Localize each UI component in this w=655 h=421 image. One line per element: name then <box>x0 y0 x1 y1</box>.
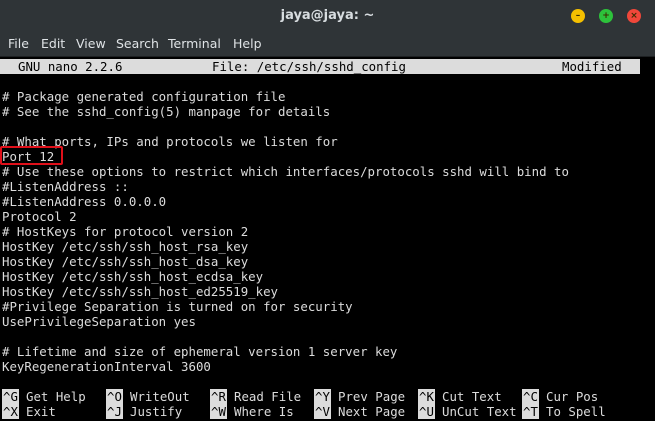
shortcut-label-prev-page: Prev Page <box>338 389 406 404</box>
shortcut-key-cur-pos[interactable]: ^C <box>522 389 539 404</box>
menu-file[interactable]: File <box>8 32 29 56</box>
window-titlebar: jaya@jaya: ~ – + × <box>0 0 655 32</box>
file-line: # Use these options to restrict which in… <box>2 164 569 179</box>
shortcut-label-exit: Exit <box>26 404 56 419</box>
shortcut-label-read-file: Read File <box>234 389 302 404</box>
file-line: #ListenAddress 0.0.0.0 <box>2 194 167 209</box>
shortcut-key-cut-text[interactable]: ^K <box>418 389 435 404</box>
shortcut-key-prev-page[interactable]: ^Y <box>314 389 331 404</box>
shortcut-label-cur-pos: Cur Pos <box>546 389 599 404</box>
maximize-button[interactable]: + <box>599 9 613 23</box>
nano-header-bar: GNU nano 2.2.6 File: /etc/ssh/sshd_confi… <box>0 59 640 74</box>
shortcut-label-next-page: Next Page <box>338 404 406 419</box>
minimize-button[interactable]: – <box>571 9 585 23</box>
file-line: Protocol 2 <box>2 209 77 224</box>
nano-modified-status: Modified <box>562 59 622 74</box>
file-line: # Lifetime and size of ephemeral version… <box>2 344 398 359</box>
shortcut-key-next-page[interactable]: ^V <box>314 404 331 419</box>
shortcut-label-justify: Justify <box>130 404 183 419</box>
shortcut-key-get-help[interactable]: ^G <box>2 389 19 404</box>
shortcut-key-read-file[interactable]: ^R <box>210 389 227 404</box>
window-title: jaya@jaya: ~ <box>280 8 375 23</box>
file-line: UsePrivilegeSeparation yes <box>2 314 196 329</box>
shortcut-key-exit[interactable]: ^X <box>2 404 19 419</box>
terminal-area[interactable]: GNU nano 2.2.6 File: /etc/ssh/sshd_confi… <box>0 57 655 421</box>
file-line: KeyRegenerationInterval 3600 <box>2 359 211 374</box>
menu-terminal[interactable]: Terminal <box>168 32 221 56</box>
file-line: #Privilege Separation is turned on for s… <box>2 299 353 314</box>
shortcut-label-writeout: WriteOut <box>130 389 190 404</box>
close-button[interactable]: × <box>627 9 641 23</box>
file-line: HostKey /etc/ssh/ssh_host_rsa_key <box>2 239 249 254</box>
nano-filename: File: /etc/ssh/sshd_config <box>212 59 406 74</box>
file-line: # Package generated configuration file <box>2 89 286 104</box>
menu-edit[interactable]: Edit <box>41 32 65 56</box>
menu-search[interactable]: Search <box>116 32 159 56</box>
shortcut-label-get-help: Get Help <box>26 389 86 404</box>
shortcut-label-to-spell: To Spell <box>546 404 606 419</box>
file-line: HostKey /etc/ssh/ssh_host_dsa_key <box>2 254 249 269</box>
menu-help[interactable]: Help <box>233 32 262 56</box>
shortcut-key-justify[interactable]: ^J <box>106 404 123 419</box>
shortcut-key-where-is[interactable]: ^W <box>210 404 227 419</box>
minimize-icon: – <box>575 11 581 21</box>
file-line: # See the sshd_config(5) manpage for det… <box>2 104 331 119</box>
shortcut-key-uncut-text[interactable]: ^U <box>418 404 435 419</box>
shortcut-label-cut-text: Cut Text <box>442 389 502 404</box>
shortcut-label-uncut-text: UnCut Text <box>442 404 517 419</box>
file-line: #ListenAddress :: <box>2 179 129 194</box>
file-line: # HostKeys for protocol version 2 <box>2 224 249 239</box>
file-line: HostKey /etc/ssh/ssh_host_ed25519_key <box>2 284 279 299</box>
shortcut-key-to-spell[interactable]: ^T <box>522 404 539 419</box>
maximize-icon: + <box>602 11 610 21</box>
nano-version: GNU nano 2.2.6 <box>18 59 123 74</box>
file-line: HostKey /etc/ssh/ssh_host_ecdsa_key <box>2 269 264 284</box>
menubar: File Edit View Search Terminal Help <box>0 32 655 57</box>
port-highlight-box <box>0 146 63 165</box>
menu-view[interactable]: View <box>76 32 106 56</box>
shortcut-label-where-is: Where Is <box>234 404 294 419</box>
close-icon: × <box>630 11 638 21</box>
shortcut-key-writeout[interactable]: ^O <box>106 389 123 404</box>
